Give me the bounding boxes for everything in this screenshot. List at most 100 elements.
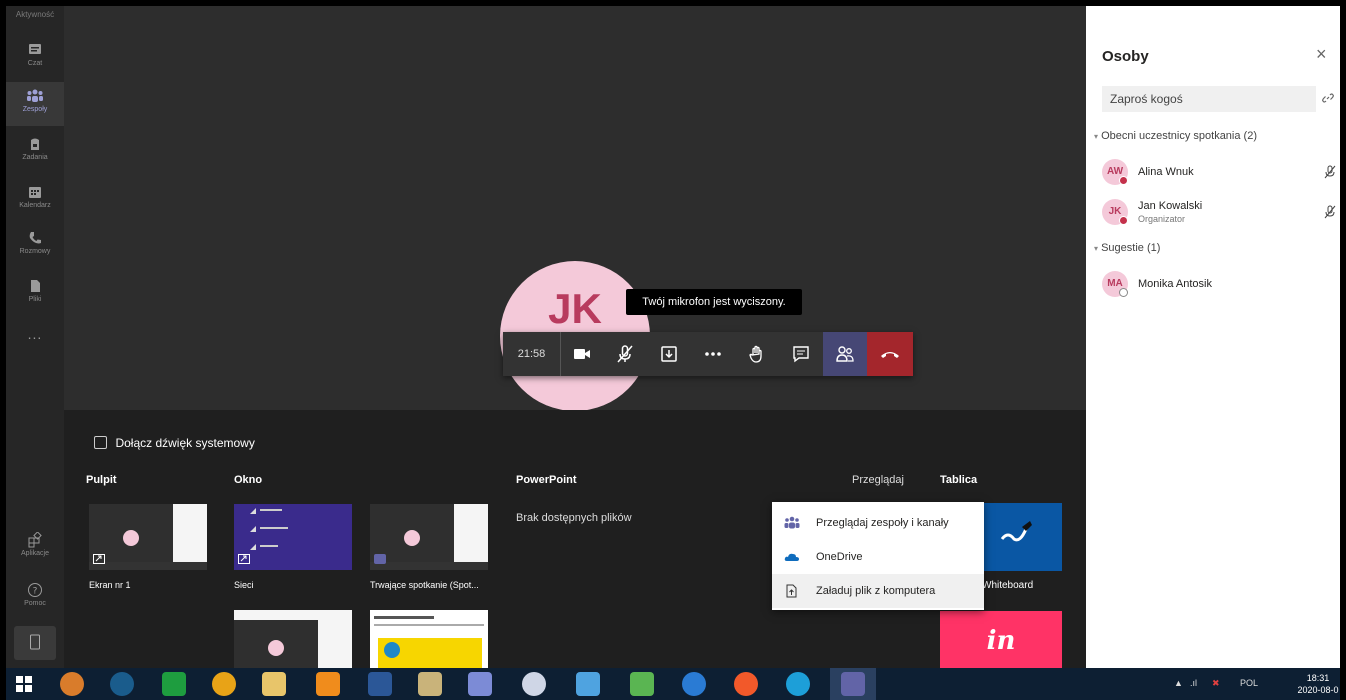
windows-taskbar: ▲ .ıl ✖ POL 18:31 2020-08-0 — [6, 668, 1340, 700]
calendar-icon — [29, 187, 41, 198]
participant-row[interactable]: AW Alina Wnuk — [1102, 159, 1336, 189]
rail-label: Rozmowy — [19, 248, 51, 255]
chat-button[interactable] — [779, 332, 823, 376]
rail-item-calendar[interactable]: Kalendarz — [6, 178, 64, 222]
ie-icon[interactable] — [682, 672, 706, 696]
store-icon[interactable] — [162, 672, 186, 696]
system-audio-checkbox[interactable] — [94, 436, 107, 450]
participant-row[interactable]: JK Jan Kowalski Organizator — [1102, 199, 1336, 229]
suggestion-row[interactable]: MA Monika Antosik — [1102, 271, 1332, 301]
taskbar-clock[interactable]: 18:31 2020-08-0 — [1296, 672, 1340, 696]
window-thumbnail[interactable] — [234, 610, 352, 668]
menu-item-label: OneDrive — [816, 551, 863, 563]
desktop-thumbnail[interactable] — [89, 504, 207, 570]
window-thumbnail[interactable] — [234, 504, 352, 570]
section-desktop: Pulpit — [86, 474, 117, 486]
system-audio-option[interactable]: Dołącz dźwięk systemowy — [94, 434, 255, 450]
menu-item-upload[interactable]: Załaduj plik z komputera — [772, 574, 984, 608]
rail-item-assignments[interactable]: Zadania — [6, 130, 64, 174]
thumb-bar — [370, 562, 488, 570]
volume-muted-icon[interactable]: ✖ — [1212, 678, 1220, 689]
chat-icon — [29, 44, 41, 54]
tray-arrow-icon[interactable]: ▲ — [1174, 678, 1183, 688]
rail-item-apps[interactable]: Aplikacje — [6, 526, 64, 570]
taskbar-app-icon[interactable] — [630, 672, 654, 696]
call-controls: 21:58 — [503, 332, 913, 376]
taskbar-app-icon[interactable] — [418, 672, 442, 696]
status-dot — [1119, 288, 1128, 297]
file-explorer-icon[interactable] — [262, 672, 286, 696]
thumb-bar — [89, 562, 207, 570]
menu-item-label: Przeglądaj zespoły i kanały — [816, 517, 949, 529]
menu-item-browse-teams[interactable]: Przeglądaj zespoły i kanały — [772, 506, 984, 540]
invite-input[interactable]: Zaproś kogoś — [1102, 86, 1316, 112]
taskbar-teams-active[interactable] — [830, 668, 876, 700]
avast-icon[interactable] — [316, 672, 340, 696]
chat-icon — [793, 346, 809, 363]
rail-item-help[interactable]: ? Pomoc — [6, 576, 64, 620]
invision-tile[interactable]: in — [940, 611, 1062, 668]
share-icon — [661, 346, 677, 362]
phone-icon — [29, 232, 41, 244]
mic-button[interactable] — [603, 332, 647, 376]
section-whiteboard: Tablica — [940, 474, 978, 486]
people-panel: Osoby × Zaproś kogoś ▾ Obecni uczestnicy… — [1086, 6, 1340, 668]
window-thumbnail[interactable] — [370, 610, 488, 668]
status-dot — [1119, 216, 1128, 225]
current-participants-section[interactable]: ▾ Obecni uczestnicy spotkania (2) — [1094, 130, 1257, 142]
section-window: Okno — [234, 474, 263, 486]
taskbar-app-icon[interactable] — [576, 672, 600, 696]
raise-hand-button[interactable] — [735, 332, 779, 376]
upload-icon — [786, 584, 797, 598]
window-thumbnail-title: Sieci — [234, 580, 254, 590]
window-thumbnail[interactable] — [370, 504, 488, 570]
taskbar-app-icon[interactable] — [468, 672, 492, 696]
rail-item-calls[interactable]: Rozmowy — [6, 224, 64, 268]
rail-item-activity[interactable]: Aktywność — [6, 10, 64, 19]
thumb-avatar — [404, 530, 420, 546]
screen-share-icon — [93, 554, 105, 564]
whiteboard-label: Whiteboard — [982, 580, 1034, 591]
rail-item-files[interactable]: Pliki — [6, 272, 64, 316]
language-indicator[interactable]: POL — [1240, 678, 1258, 688]
more-apps-button[interactable]: ... — [6, 326, 64, 342]
taskbar-app-icon[interactable] — [60, 672, 84, 696]
rail-label: Kalendarz — [19, 202, 51, 209]
call-timer: 21:58 — [503, 332, 561, 376]
clock-date: 2020-08-0 — [1297, 685, 1339, 695]
system-audio-label: Dołącz dźwięk systemowy — [115, 435, 255, 450]
paint-icon[interactable] — [522, 672, 546, 696]
chevron-down-icon: ▾ — [1094, 244, 1099, 253]
participant-role: Organizator — [1138, 214, 1186, 224]
hang-up-button[interactable] — [867, 332, 913, 376]
close-panel-button[interactable]: × — [1316, 44, 1327, 65]
rail-label: Aplikacje — [20, 550, 49, 557]
share-link-icon[interactable] — [1322, 92, 1334, 104]
section-powerpoint: PowerPoint — [516, 474, 577, 486]
windows-start-icon[interactable] — [16, 676, 32, 692]
camera-button[interactable] — [561, 332, 603, 376]
menu-item-onedrive[interactable]: OneDrive — [772, 540, 984, 574]
word-icon[interactable] — [368, 672, 392, 696]
firefox-icon[interactable] — [734, 672, 758, 696]
network-icon[interactable]: .ıl — [1190, 678, 1197, 688]
window-thumbnail-title: Trwające spotkanie (Spot... — [370, 580, 479, 590]
thumb-avatar — [123, 530, 139, 546]
more-actions-button[interactable] — [691, 332, 735, 376]
thumb-content — [384, 642, 400, 658]
edge-icon[interactable] — [786, 672, 810, 696]
taskbar-app-icon[interactable] — [110, 672, 134, 696]
thumb-panel — [454, 504, 488, 570]
device-button[interactable] — [14, 626, 56, 660]
rail-item-chat[interactable]: Czat — [6, 36, 64, 80]
chevron-down-icon: ▾ — [1094, 132, 1099, 141]
share-button[interactable] — [647, 332, 691, 376]
clock-time: 18:31 — [1306, 673, 1330, 683]
participants-button[interactable] — [823, 332, 867, 376]
onedrive-icon — [784, 553, 799, 561]
chrome-icon[interactable] — [212, 672, 236, 696]
browse-files-link[interactable]: Przeglądaj — [852, 474, 904, 486]
files-icon — [31, 280, 40, 292]
suggestions-section[interactable]: ▾ Sugestie (1) — [1094, 242, 1160, 254]
rail-item-teams[interactable]: Zespoły — [6, 82, 64, 126]
